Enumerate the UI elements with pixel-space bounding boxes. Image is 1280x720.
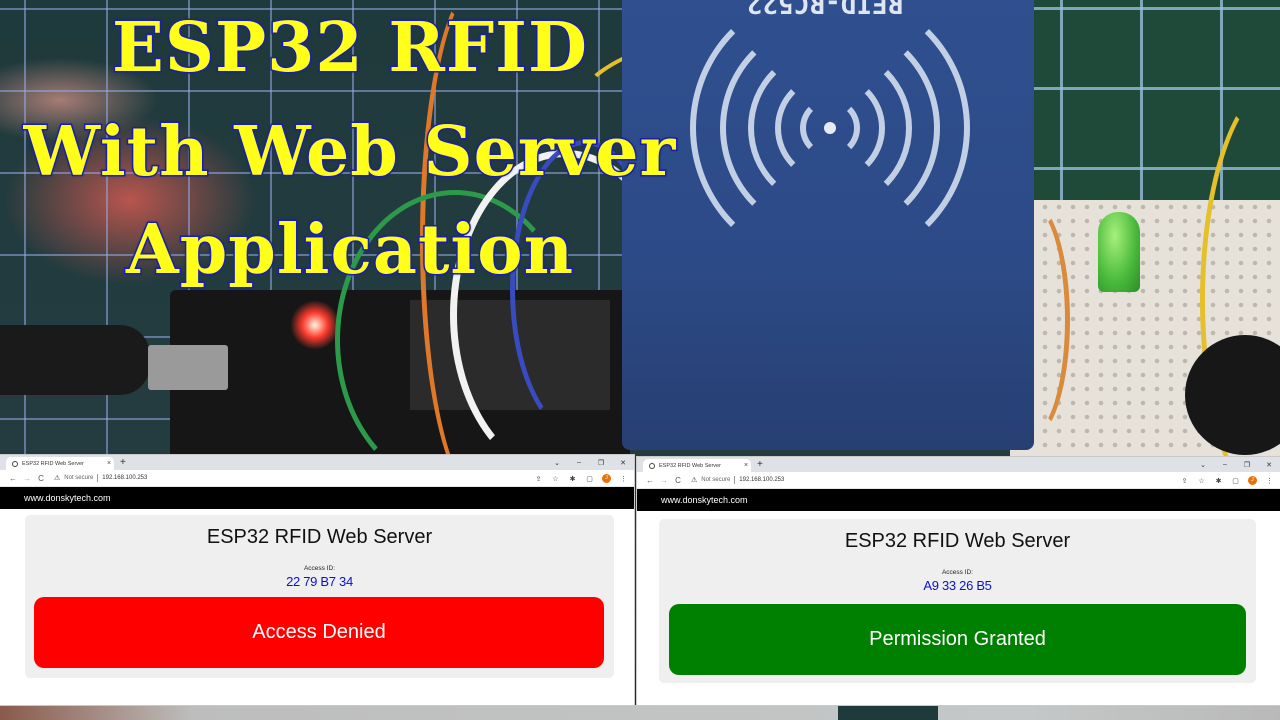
tab-title: ESP32 RFID Web Server — [659, 462, 721, 469]
url-text[interactable]: 192.168.100.253 — [102, 475, 147, 481]
minimize-icon[interactable]: – — [574, 459, 584, 466]
title-line-2: With Web Server — [22, 112, 677, 192]
rfid-antenna-center — [824, 122, 836, 134]
green-led — [1098, 212, 1140, 292]
restore-icon[interactable]: ❐ — [596, 459, 606, 467]
browser-toolbar: ← → C ⚠ Not secure 192.168.100.253 ⇪ ☆ ✱… — [0, 470, 634, 487]
photo-mat-patch — [838, 705, 938, 720]
back-icon[interactable]: ← — [6, 474, 20, 483]
extensions-icon[interactable]: ✱ — [568, 475, 577, 483]
reload-icon[interactable]: C — [34, 474, 48, 483]
tab-strip: ESP32 RFID Web Server × + ⌄ – ❐ ✕ — [0, 455, 634, 470]
browser-toolbar: ← → C ⚠ Not secure 192.168.100.253 ⇪ ☆ ✱… — [637, 472, 1280, 489]
site-header-link[interactable]: www.donskytech.com — [24, 493, 111, 503]
menu-icon[interactable]: ⋮ — [619, 475, 628, 483]
rfid-status-card: ESP32 RFID Web Server Access ID: A9 33 2… — [659, 519, 1256, 683]
forward-icon[interactable]: → — [657, 476, 671, 485]
warning-icon[interactable]: ⚠ — [54, 474, 60, 482]
bookmark-star-icon[interactable]: ☆ — [551, 475, 560, 483]
new-tab-button[interactable]: + — [120, 456, 126, 469]
access-id-value: 22 79 B7 34 — [286, 574, 353, 589]
tab-close-icon[interactable]: × — [741, 462, 751, 469]
site-header-bar: www.donskytech.com — [637, 489, 1280, 511]
rfid-antenna-ring — [690, 0, 970, 268]
security-status[interactable]: Not secure — [64, 475, 93, 481]
restore-icon[interactable]: ❐ — [1242, 461, 1252, 469]
thumbnail-title: ESP32 RFID With Web Server Application — [0, 0, 700, 300]
reload-icon[interactable]: C — [671, 476, 685, 485]
browser-window-denied: ESP32 RFID Web Server × + ⌄ – ❐ ✕ ← → C … — [0, 455, 634, 705]
extensions-icon[interactable]: ✱ — [1214, 477, 1223, 485]
share-icon[interactable]: ⇪ — [1180, 477, 1189, 485]
usb-cable — [0, 325, 150, 395]
toolbar-actions: ⇪ ☆ ✱ ▢ J ⋮ — [534, 470, 628, 487]
close-window-icon[interactable]: ✕ — [618, 459, 628, 467]
address-bar[interactable]: ⚠ Not secure 192.168.100.253 — [691, 474, 784, 487]
browser-tab[interactable]: ESP32 RFID Web Server × — [6, 457, 114, 470]
access-id-label: Access ID: — [303, 565, 336, 572]
address-separator — [734, 476, 736, 484]
url-text[interactable]: 192.168.100.253 — [739, 477, 784, 483]
status-message-denied: Access Denied — [34, 597, 604, 668]
menu-icon[interactable]: ⋮ — [1265, 477, 1274, 485]
esp32-power-led — [290, 300, 340, 350]
tab-search-icon[interactable]: ⌄ — [552, 459, 562, 467]
side-panel-icon[interactable]: ▢ — [585, 475, 594, 483]
profile-avatar[interactable]: J — [602, 474, 611, 483]
share-icon[interactable]: ⇪ — [534, 475, 543, 483]
forward-icon[interactable]: → — [20, 474, 34, 483]
back-icon[interactable]: ← — [643, 476, 657, 485]
access-id-value: A9 33 26 B5 — [923, 578, 992, 593]
micro-usb-plug — [148, 345, 228, 390]
rfid-status-card: ESP32 RFID Web Server Access ID: 22 79 B… — [25, 515, 614, 678]
minimize-icon[interactable]: – — [1220, 461, 1230, 468]
toolbar-actions: ⇪ ☆ ✱ ▢ J ⋮ — [1180, 472, 1274, 489]
site-header-bar: www.donskytech.com — [0, 487, 634, 509]
title-line-3: Application — [124, 210, 575, 290]
browser-tab[interactable]: ESP32 RFID Web Server × — [643, 459, 751, 472]
globe-icon — [12, 460, 18, 467]
window-controls: ⌄ – ❐ ✕ — [552, 455, 628, 470]
status-message-granted: Permission Granted — [669, 604, 1246, 675]
photo-bottom-strip — [0, 705, 1280, 720]
browser-window-granted: ESP32 RFID Web Server × + ⌄ – ❐ ✕ ← → C … — [637, 457, 1280, 705]
address-separator — [97, 474, 99, 482]
bookmark-star-icon[interactable]: ☆ — [1197, 477, 1206, 485]
tab-close-icon[interactable]: × — [104, 460, 114, 467]
new-tab-button[interactable]: + — [757, 458, 763, 471]
close-window-icon[interactable]: ✕ — [1264, 461, 1274, 469]
title-line-1: ESP32 RFID — [111, 8, 589, 88]
tab-strip: ESP32 RFID Web Server × + ⌄ – ❐ ✕ — [637, 457, 1280, 472]
globe-icon — [649, 462, 655, 469]
address-bar[interactable]: ⚠ Not secure 192.168.100.253 — [54, 472, 147, 485]
access-id-label: Access ID: — [941, 569, 974, 576]
security-status[interactable]: Not secure — [701, 477, 730, 483]
side-panel-icon[interactable]: ▢ — [1231, 477, 1240, 485]
site-header-link[interactable]: www.donskytech.com — [661, 495, 748, 505]
card-title: ESP32 RFID Web Server — [206, 526, 433, 548]
warning-icon[interactable]: ⚠ — [691, 476, 697, 484]
profile-avatar[interactable]: J — [1248, 476, 1257, 485]
tab-title: ESP32 RFID Web Server — [22, 460, 84, 467]
tab-search-icon[interactable]: ⌄ — [1198, 461, 1208, 469]
window-controls: ⌄ – ❐ ✕ — [1198, 457, 1274, 472]
card-title: ESP32 RFID Web Server — [844, 530, 1071, 552]
